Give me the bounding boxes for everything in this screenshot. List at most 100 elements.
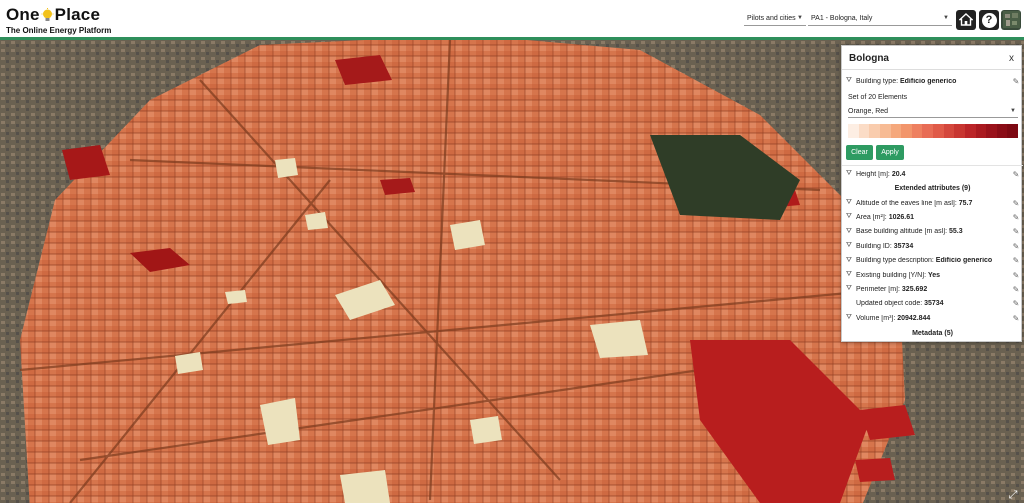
edit-icon[interactable]: ✎ [1009, 285, 1023, 294]
attribute-label: Existing building [Y/N]: Yes [856, 272, 1009, 279]
edit-icon[interactable]: ✎ [1009, 256, 1023, 265]
close-button[interactable]: x [1009, 53, 1014, 69]
divider [842, 165, 1023, 166]
attribute-label: Updated object code: 35734 [856, 300, 1009, 307]
area-select[interactable]: PA1 - Bologna, Italy ▼ [808, 11, 952, 26]
filter-icon[interactable]: ⛛ [842, 170, 856, 178]
attribute-label: Building type description: Edificio gene… [856, 257, 1009, 264]
edit-icon[interactable]: ✎ [1009, 299, 1023, 308]
attribute-key: Base building altitude [m asl]: [856, 228, 949, 236]
attribute-value: 75.7 [958, 199, 973, 207]
building-type-value: Edificio generico [899, 77, 957, 85]
ramp-swatch [996, 124, 1008, 138]
attribute-key: Altitude of the eaves line [m asl]: [856, 199, 959, 207]
edit-icon[interactable]: ✎ [1009, 77, 1023, 86]
ramp-swatch [954, 124, 965, 138]
filter-icon[interactable]: ⛛ [842, 314, 856, 322]
panel-header: Bologna x [842, 46, 1021, 70]
chevron-down-icon: ▼ [797, 15, 803, 21]
attribute-key: Building type description: [856, 257, 936, 265]
ramp-swatch [869, 124, 880, 138]
filter-icon[interactable]: ⛛ [842, 77, 856, 85]
building-type-row: ⛛ Building type: Edificio generico ✎ [842, 74, 1023, 88]
attribute-value: 325.692 [901, 285, 928, 293]
height-key: Height [m]: [856, 170, 890, 178]
ramp-swatch [879, 124, 891, 138]
filter-icon[interactable]: ⛛ [842, 285, 856, 293]
logo-subtitle: The Online Energy Platform [6, 26, 112, 35]
attribute-row: ⛛ Altitude of the eaves line [m asl]: 75.… [842, 196, 1023, 210]
attribute-key: Volume [m³]: [856, 314, 898, 322]
attribute-row: ⛛ Building type description: Edificio gen… [842, 254, 1023, 268]
attribute-label: Volume [m³]: 20942.844 [856, 315, 1009, 322]
set-size-label: Set of 20 Elements [848, 94, 908, 101]
attribute-row: ⛛ Area [m²]: 1026.61 ✎ [842, 210, 1023, 224]
filter-icon[interactable]: ⛛ [842, 213, 856, 221]
chevron-down-icon: ▼ [1010, 108, 1016, 114]
ramp-swatch [1007, 124, 1018, 138]
attribute-key: Area [m²]: [856, 213, 889, 221]
attribute-row: ⛛ Volume [m³]: 20942.844 ✎ [842, 311, 1023, 325]
attribute-key: Existing building [Y/N]: [856, 271, 928, 279]
attribute-key: Building ID: [856, 242, 894, 250]
apply-button[interactable]: Apply [876, 145, 904, 160]
ramp-swatch [901, 124, 912, 138]
pilots-select-value: Pilots and cities [747, 14, 796, 22]
edit-icon[interactable]: ✎ [1009, 199, 1023, 208]
area-select-value: PA1 - Bologna, Italy [811, 14, 873, 22]
attribute-key: Updated object code: [856, 300, 925, 308]
attribute-label: Base building altitude [m asl]: 55.3 [856, 228, 1009, 235]
ramp-swatch [943, 124, 955, 138]
attribute-row: ⛛ Perimeter [m]: 325.692 ✎ [842, 282, 1023, 296]
color-scheme-select[interactable]: Orange, Red ▼ [848, 105, 1018, 118]
edit-icon[interactable]: ✎ [1009, 314, 1023, 323]
ramp-swatch [911, 124, 923, 138]
help-icon: ? [981, 12, 997, 28]
attributes-panel: Bologna x ⛛ Building type: Edificio gene… [841, 45, 1023, 342]
attribute-value: 20942.844 [897, 314, 931, 322]
edit-icon[interactable]: ✎ [1009, 213, 1023, 222]
attribute-value: 35734 [924, 300, 944, 308]
edit-icon[interactable]: ✎ [1009, 271, 1023, 280]
home-button[interactable] [956, 10, 976, 30]
attribute-value: 35734 [893, 242, 914, 250]
logo-title: One Place [6, 5, 111, 25]
ramp-swatch [890, 124, 902, 138]
filter-icon[interactable]: ⛛ [842, 271, 856, 279]
basemap-button[interactable] [1001, 10, 1021, 30]
attribute-label: Altitude of the eaves line [m asl]: 75.7 [856, 200, 1009, 207]
ramp-swatch [848, 124, 859, 138]
ramp-swatch [964, 124, 976, 138]
attribute-row: Updated object code: 35734 ✎ [842, 297, 1023, 311]
attribute-value: Edificio generico [935, 257, 993, 265]
filter-icon[interactable]: ⛛ [842, 242, 856, 250]
home-icon [958, 12, 974, 28]
attribute-label: Building ID: 35734 [856, 243, 1009, 250]
clear-button[interactable]: Clear [846, 145, 873, 160]
attribute-key: Perimeter [m]: [856, 285, 902, 293]
panel-title: Bologna [849, 53, 889, 64]
color-scheme-value: Orange, Red [848, 107, 889, 115]
lightbulb-icon [41, 7, 54, 23]
attribute-label: Area [m²]: 1026.61 [856, 214, 1009, 221]
filter-icon[interactable]: ⛛ [842, 228, 856, 236]
filter-icon[interactable]: ⛛ [842, 199, 856, 207]
height-value: 20.4 [891, 170, 906, 178]
ramp-swatch [975, 124, 987, 138]
attribute-value: 1026.61 [888, 213, 914, 221]
pilots-select[interactable]: Pilots and cities ▼ [744, 11, 806, 26]
extended-attributes-header[interactable]: Extended attributes (9) [842, 181, 1023, 195]
logo-text-place: Place [54, 5, 101, 24]
metadata-header[interactable]: Metadata (5) [842, 326, 1023, 340]
edit-icon[interactable]: ✎ [1009, 170, 1023, 179]
edit-icon[interactable]: ✎ [1009, 227, 1023, 236]
edit-icon[interactable]: ✎ [1009, 242, 1023, 251]
attribute-row: ⛛ Building ID: 35734 ✎ [842, 239, 1023, 253]
logo[interactable]: One Place The Online Energy Platform [6, 5, 111, 35]
fullscreen-icon[interactable]: ⤢ [1006, 489, 1020, 501]
map-thumbnail-icon [1002, 10, 1020, 30]
filter-icon[interactable]: ⛛ [842, 257, 856, 265]
help-button[interactable]: ? [979, 10, 999, 30]
attribute-label: Perimeter [m]: 325.692 [856, 286, 1009, 293]
attribute-row: ⛛ Existing building [Y/N]: Yes ✎ [842, 268, 1023, 282]
